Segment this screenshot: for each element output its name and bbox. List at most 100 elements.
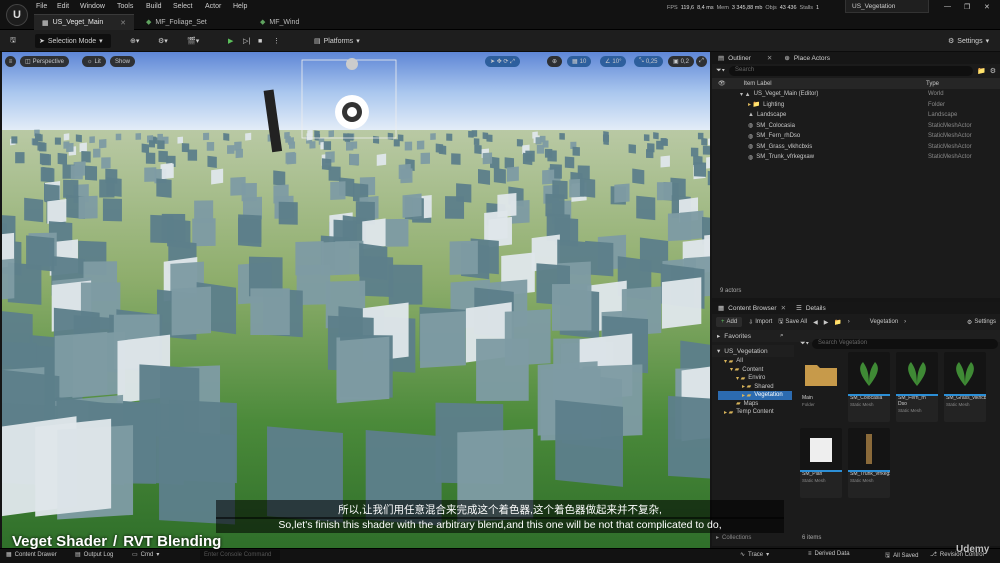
- asset-tile[interactable]: SM_Grass_vlkhcbxisStatic Mesh: [944, 352, 986, 422]
- select-tool-icon[interactable]: ➤ ✥ ⟳ ⤢: [485, 56, 520, 67]
- rotation-snap-button[interactable]: ∠ 10°: [600, 56, 627, 67]
- foliage-plane: [552, 283, 592, 331]
- place-actors-icon: ⊕: [784, 55, 790, 62]
- foliage-plane: [647, 143, 655, 153]
- history-forward-icon[interactable]: ▶: [824, 319, 829, 326]
- mem-label: Mem: [716, 5, 729, 11]
- save-icon[interactable]: 🖫: [6, 34, 20, 48]
- tab-mf-wind[interactable]: ◆ MF_Wind: [252, 14, 342, 30]
- menu-edit[interactable]: Edit: [57, 3, 69, 10]
- stop-icon[interactable]: ■: [254, 34, 266, 48]
- world-local-icon[interactable]: ⊕: [547, 56, 563, 67]
- menu-select[interactable]: Select: [173, 3, 192, 10]
- cmd-dropdown[interactable]: ▭ Cmd ▾: [132, 551, 159, 559]
- folder-tree-item[interactable]: ▾ ▰ Content: [718, 366, 792, 375]
- asset-tile[interactable]: SM_Plan Static Mesh: [800, 428, 842, 498]
- outliner-row[interactable]: ◍ SM_Grass_vlkhcbxis StaticMeshActor: [712, 142, 1000, 153]
- cinematics-icon[interactable]: 🎬▾: [183, 34, 203, 48]
- collections-row[interactable]: ▸ Collections: [716, 534, 751, 542]
- settings-button[interactable]: ⚙ Settings ▾: [944, 34, 993, 48]
- import-label: Import: [755, 319, 773, 325]
- breadcrumb-vegetation[interactable]: Vegetation: [870, 319, 898, 325]
- scale-snap-button[interactable]: ⤡ 0,25: [634, 56, 663, 67]
- add-folder-icon[interactable]: 📁: [977, 67, 986, 75]
- foliage-plane: [404, 141, 413, 151]
- minimize-icon[interactable]: —: [944, 3, 951, 10]
- asset-tile[interactable]: SM_Fern_rh Dso Static Mesh: [896, 352, 938, 422]
- menu-file[interactable]: File: [36, 3, 47, 10]
- foliage-plane: [161, 213, 186, 242]
- close-icon[interactable]: ✕: [120, 19, 126, 27]
- history-back-icon[interactable]: ◀: [813, 319, 818, 326]
- asset-tile[interactable]: SM_Colocasia Static Mesh: [848, 352, 890, 422]
- tab-mf-foliage-set[interactable]: ◆ MF_Foliage_Set: [138, 14, 248, 30]
- platforms-dropdown[interactable]: ▤ Platforms ▾: [310, 34, 364, 48]
- add-button[interactable]: + Add: [716, 317, 743, 327]
- col-item-label[interactable]: Item Label: [744, 81, 772, 87]
- tab-place-actors[interactable]: Place Actors: [794, 55, 830, 62]
- menu-window[interactable]: Window: [80, 3, 105, 10]
- outliner-row[interactable]: ◍ SM_Fern_rhDso StaticMeshActor: [712, 131, 1000, 142]
- trace-button[interactable]: ∿ Trace ▾: [740, 551, 769, 559]
- folder-tree-item[interactable]: ▾ ▰ Enviro: [718, 374, 792, 383]
- unreal-logo[interactable]: U: [6, 4, 28, 26]
- add-actor-icon[interactable]: ⊕▾: [126, 34, 143, 48]
- close-icon[interactable]: ✕: [767, 54, 772, 62]
- step-icon[interactable]: ▷|: [239, 34, 254, 48]
- perspective-button[interactable]: ◫ Perspective: [20, 56, 70, 67]
- selection-mode-dropdown[interactable]: ➤ Selection Mode ▾: [35, 34, 111, 48]
- asset-tile[interactable]: SM_Trunk_vfrkegxawStatic Mesh: [848, 428, 890, 498]
- col-type[interactable]: Type: [926, 81, 939, 87]
- outliner-row[interactable]: ▸ 📁 Lighting Folder: [712, 100, 1000, 111]
- filter-icon[interactable]: ⏷▾: [800, 340, 809, 348]
- viewport-menu-icon[interactable]: ≡: [5, 56, 16, 67]
- show-button[interactable]: Show: [110, 56, 136, 67]
- lit-button[interactable]: ☼ Lit: [82, 56, 106, 67]
- play-options-icon[interactable]: ⋮: [269, 34, 284, 48]
- camera-speed-button[interactable]: ▣ 0,2: [668, 56, 695, 67]
- tab-details[interactable]: Details: [806, 305, 826, 312]
- content-drawer-button[interactable]: ▦ Content Drawer: [6, 551, 57, 559]
- tab-content-browser[interactable]: Content Browser: [728, 305, 776, 312]
- outliner-row[interactable]: ▾ ▲ US_Veget_Main (Editor) World: [712, 89, 1000, 100]
- folder-tree-item[interactable]: ▰ Maps: [718, 400, 792, 409]
- settings-gear-icon[interactable]: ⚙: [990, 67, 996, 75]
- outliner-row[interactable]: ▲ Landscape Landscape: [712, 110, 1000, 121]
- asset-search-input[interactable]: Search Vegetation: [812, 338, 998, 349]
- menu-help[interactable]: Help: [233, 3, 247, 10]
- outliner-search-input[interactable]: Search: [729, 66, 973, 76]
- tab-outliner[interactable]: Outliner: [728, 55, 751, 62]
- root-folder-row[interactable]: ▾ US_Vegetation: [712, 345, 794, 357]
- folder-tree-item[interactable]: ▸ ▰ Shared: [718, 383, 792, 392]
- cb-settings-button[interactable]: ⚙ Settings: [967, 319, 996, 326]
- blueprint-icon[interactable]: ⚙▾: [154, 34, 172, 48]
- tab-level-us-veget-main[interactable]: ▦ US_Veget_Main ✕: [34, 14, 134, 30]
- menu-tools[interactable]: Tools: [117, 3, 133, 10]
- search-icon[interactable]: ⌕: [780, 332, 784, 340]
- gear-icon: ⚙: [966, 319, 973, 326]
- folder-tree-item[interactable]: ▸ ▰ Vegetation: [718, 391, 792, 400]
- save-all-button[interactable]: 🖫 Save All: [778, 317, 807, 327]
- play-icon[interactable]: ▶: [224, 34, 237, 48]
- grid-snap-button[interactable]: ▦ 10: [567, 56, 592, 67]
- derived-data-button[interactable]: ≡ Derived Data: [808, 551, 850, 557]
- folder-tree-item[interactable]: ▾ ▰ All: [718, 357, 792, 366]
- all-saved-indicator[interactable]: 🖫 All Saved: [885, 551, 918, 561]
- visibility-eye-icon[interactable]: 👁: [718, 80, 726, 87]
- level-viewport[interactable]: ≡ ◫ Perspective ☼ Lit Show ➤ ✥ ⟳ ⤢ ⊕ ▦ 1…: [2, 52, 710, 548]
- filter-icon[interactable]: ⏷▾: [716, 67, 725, 75]
- outliner-row[interactable]: ◍ SM_Colocasia StaticMeshActor: [712, 121, 1000, 132]
- import-button[interactable]: ⇩ Import: [748, 319, 772, 326]
- maximize-icon[interactable]: ❐: [964, 3, 970, 11]
- asset-tile[interactable]: Main Folder: [800, 352, 842, 422]
- close-icon[interactable]: ✕: [781, 304, 786, 312]
- close-window-icon[interactable]: ✕: [984, 3, 990, 11]
- menu-build[interactable]: Build: [146, 3, 162, 10]
- maximize-viewport-icon[interactable]: ⤢: [696, 56, 707, 67]
- course-title: Veget Shader / RVT Blending: [12, 533, 221, 550]
- outliner-row[interactable]: ◍ SM_Trunk_vfrkegxaw StaticMeshActor: [712, 152, 1000, 163]
- folder-tree-item[interactable]: ▸ ▰ Temp Content: [718, 408, 792, 417]
- output-log-button[interactable]: ▤ Output Log: [75, 551, 113, 559]
- console-input[interactable]: Enter Console Command: [200, 550, 280, 560]
- menu-actor[interactable]: Actor: [205, 3, 221, 10]
